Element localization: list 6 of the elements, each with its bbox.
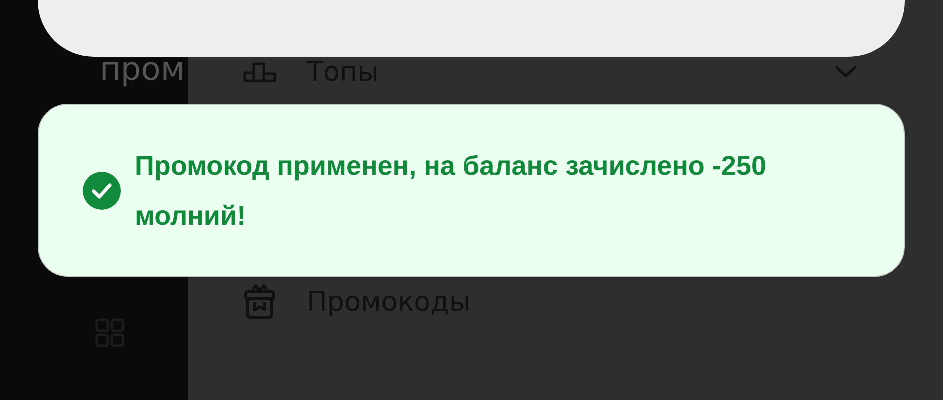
gift-icon: [243, 284, 277, 320]
podium-icon: [243, 61, 277, 83]
chevron-down-icon[interactable]: [834, 65, 858, 79]
toast-message: Промокод применен, на баланс зачислено -250 молний!: [135, 150, 768, 232]
check-icon: [83, 172, 121, 210]
sidebar-label: пром: [100, 50, 186, 88]
